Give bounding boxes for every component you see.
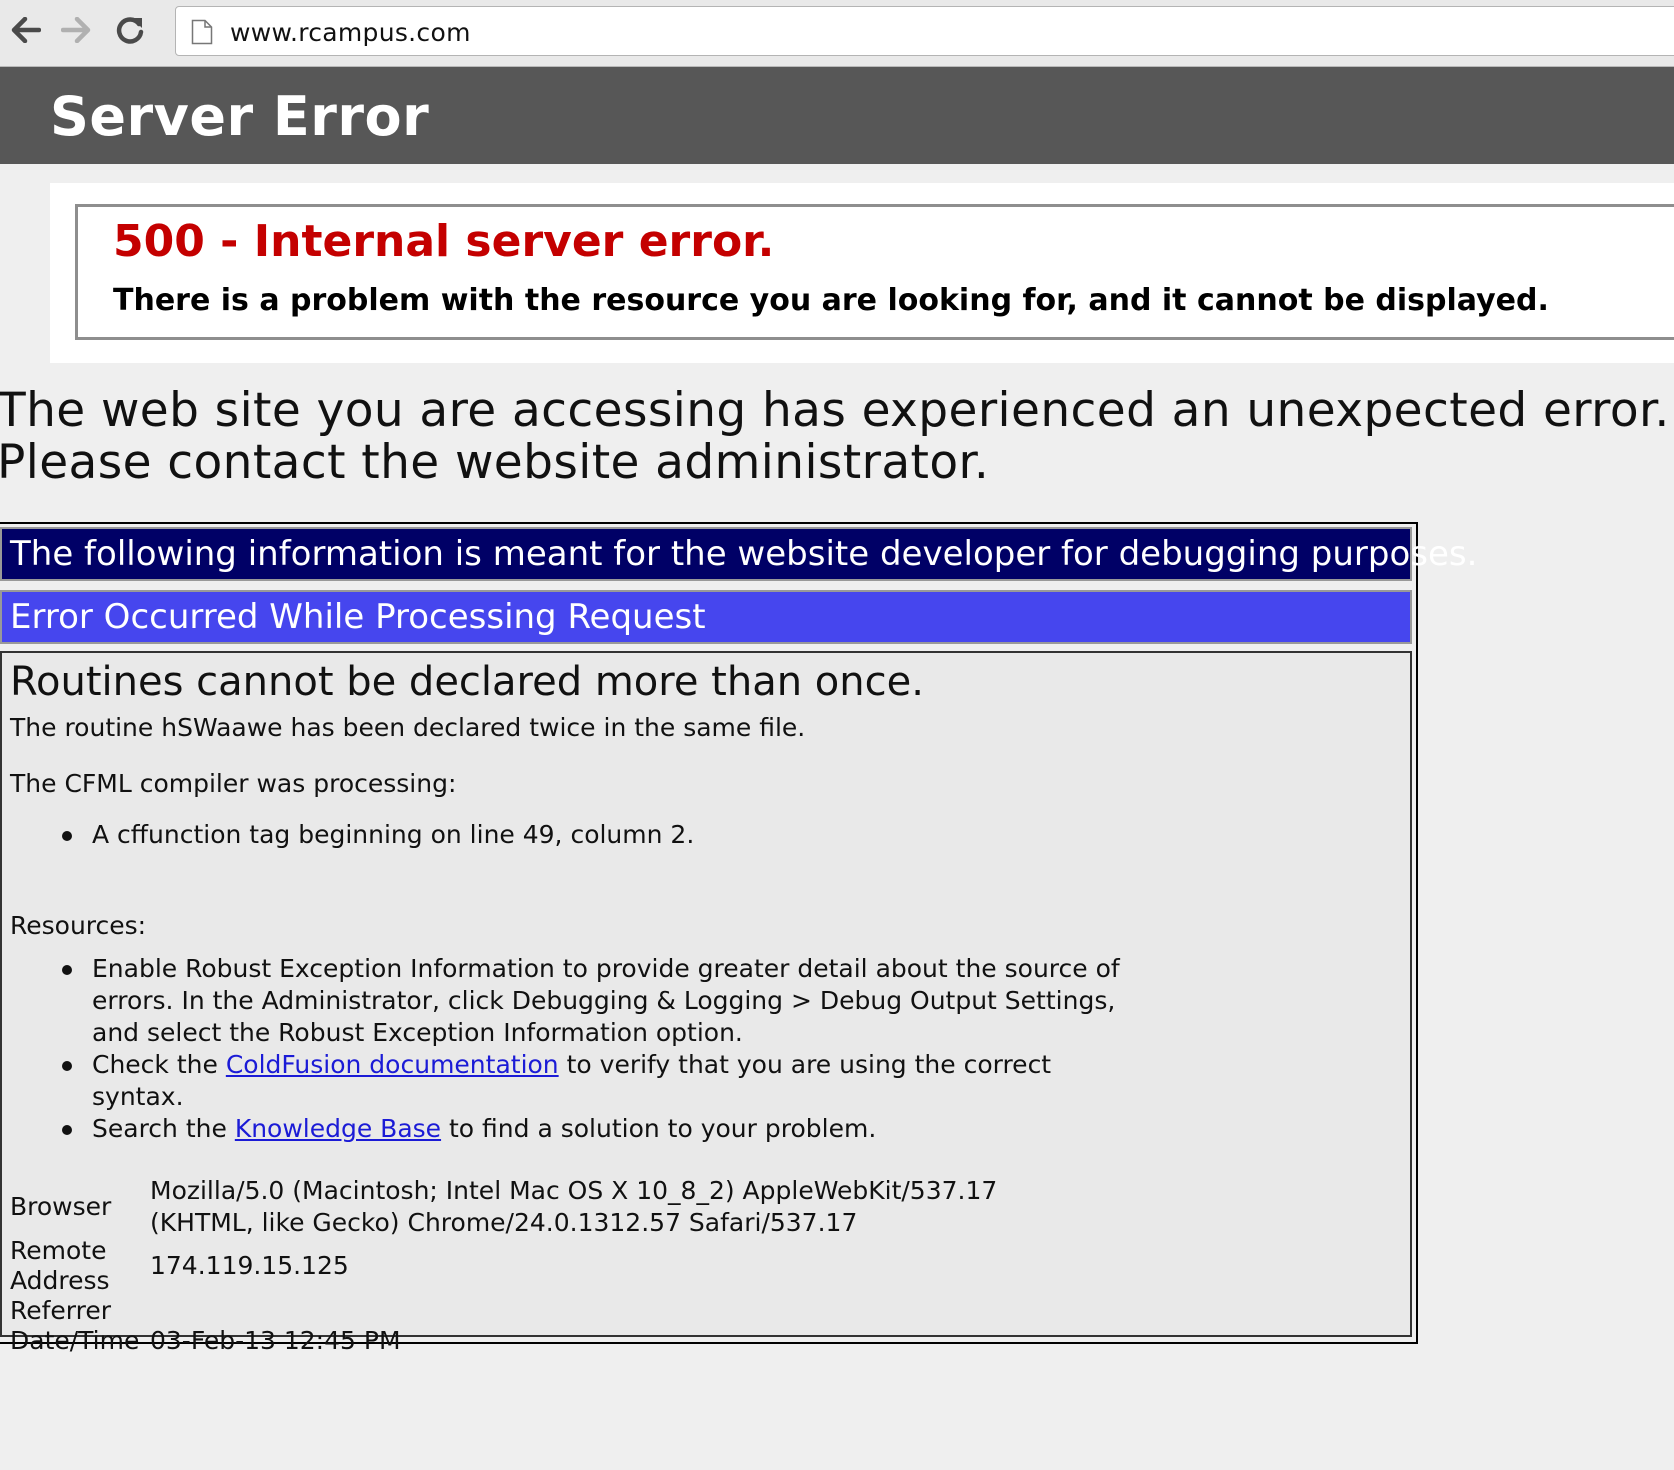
intro-line-1: The web site you are accessing has exper… bbox=[0, 383, 1670, 438]
resources-list: Enable Robust Exception Information to p… bbox=[62, 953, 1122, 1145]
debug-banner: The following information is meant for t… bbox=[0, 527, 1477, 581]
error-box: 500 - Internal server error. There is a … bbox=[75, 204, 1674, 340]
page-title: Server Error bbox=[50, 85, 430, 148]
referrer-label: Referrer bbox=[10, 1296, 112, 1325]
forward-button[interactable] bbox=[54, 8, 98, 52]
debug-table: The following information is meant for t… bbox=[0, 522, 1477, 1355]
error-title: 500 - Internal server error. bbox=[113, 216, 775, 267]
remote-address-label-line-2: Address bbox=[10, 1266, 110, 1295]
content-container: 500 - Internal server error. There is a … bbox=[50, 183, 1674, 363]
list-item: Check the ColdFusion documentation to ve… bbox=[62, 1049, 1122, 1113]
remote-address-value: 174.119.15.125 bbox=[150, 1251, 349, 1280]
browser-value: Mozilla/5.0 (Macintosh; Intel Mac OS X 1… bbox=[150, 1176, 998, 1237]
reload-button[interactable] bbox=[108, 8, 152, 52]
datetime-value: 03-Feb-13 12:45 PM bbox=[150, 1326, 401, 1355]
server-error-header: Server Error bbox=[0, 67, 1674, 164]
debug-body: Routines cannot be declared more than on… bbox=[0, 651, 1412, 1355]
address-bar[interactable]: www.rcampus.com bbox=[175, 6, 1674, 56]
browser-label: Browser bbox=[10, 1192, 112, 1221]
coldfusion-documentation-link[interactable]: ColdFusion documentation bbox=[226, 1050, 559, 1079]
knowledge-base-link[interactable]: Knowledge Base bbox=[235, 1114, 441, 1143]
page-icon bbox=[191, 19, 213, 45]
error-message-heading: Routines cannot be declared more than on… bbox=[10, 659, 924, 705]
list-item: Search the Knowledge Base to find a solu… bbox=[62, 1113, 1122, 1145]
resource-text: Check the bbox=[92, 1050, 226, 1079]
remote-address-label-line-1: Remote bbox=[10, 1236, 107, 1265]
compiler-processing-label: The CFML compiler was processing: bbox=[10, 769, 457, 798]
url-text: www.rcampus.com bbox=[230, 18, 471, 47]
processing-list: A cffunction tag beginning on line 49, c… bbox=[62, 819, 694, 851]
resource-text: Search the bbox=[92, 1114, 235, 1143]
resource-text: to find a solution to your problem. bbox=[441, 1114, 877, 1143]
back-button[interactable] bbox=[4, 8, 48, 52]
resources-label: Resources: bbox=[10, 911, 147, 940]
datetime-label: Date/Time bbox=[10, 1326, 140, 1355]
intro-message: The web site you are accessing has exper… bbox=[0, 385, 1671, 489]
reload-icon bbox=[116, 17, 144, 44]
list-item: Enable Robust Exception Information to p… bbox=[62, 953, 1122, 1049]
debug-title: Error Occurred While Processing Request bbox=[0, 590, 1412, 644]
list-item: A cffunction tag beginning on line 49, c… bbox=[62, 819, 694, 851]
error-description: There is a problem with the resource you… bbox=[113, 283, 1549, 318]
forward-arrow-icon bbox=[61, 17, 91, 43]
error-message-detail: The routine hSWaawe has been declared tw… bbox=[10, 713, 806, 742]
browser-toolbar: www.rcampus.com bbox=[0, 0, 1674, 67]
back-arrow-icon bbox=[11, 17, 41, 43]
intro-line-2: Please contact the website administrator… bbox=[0, 435, 990, 490]
